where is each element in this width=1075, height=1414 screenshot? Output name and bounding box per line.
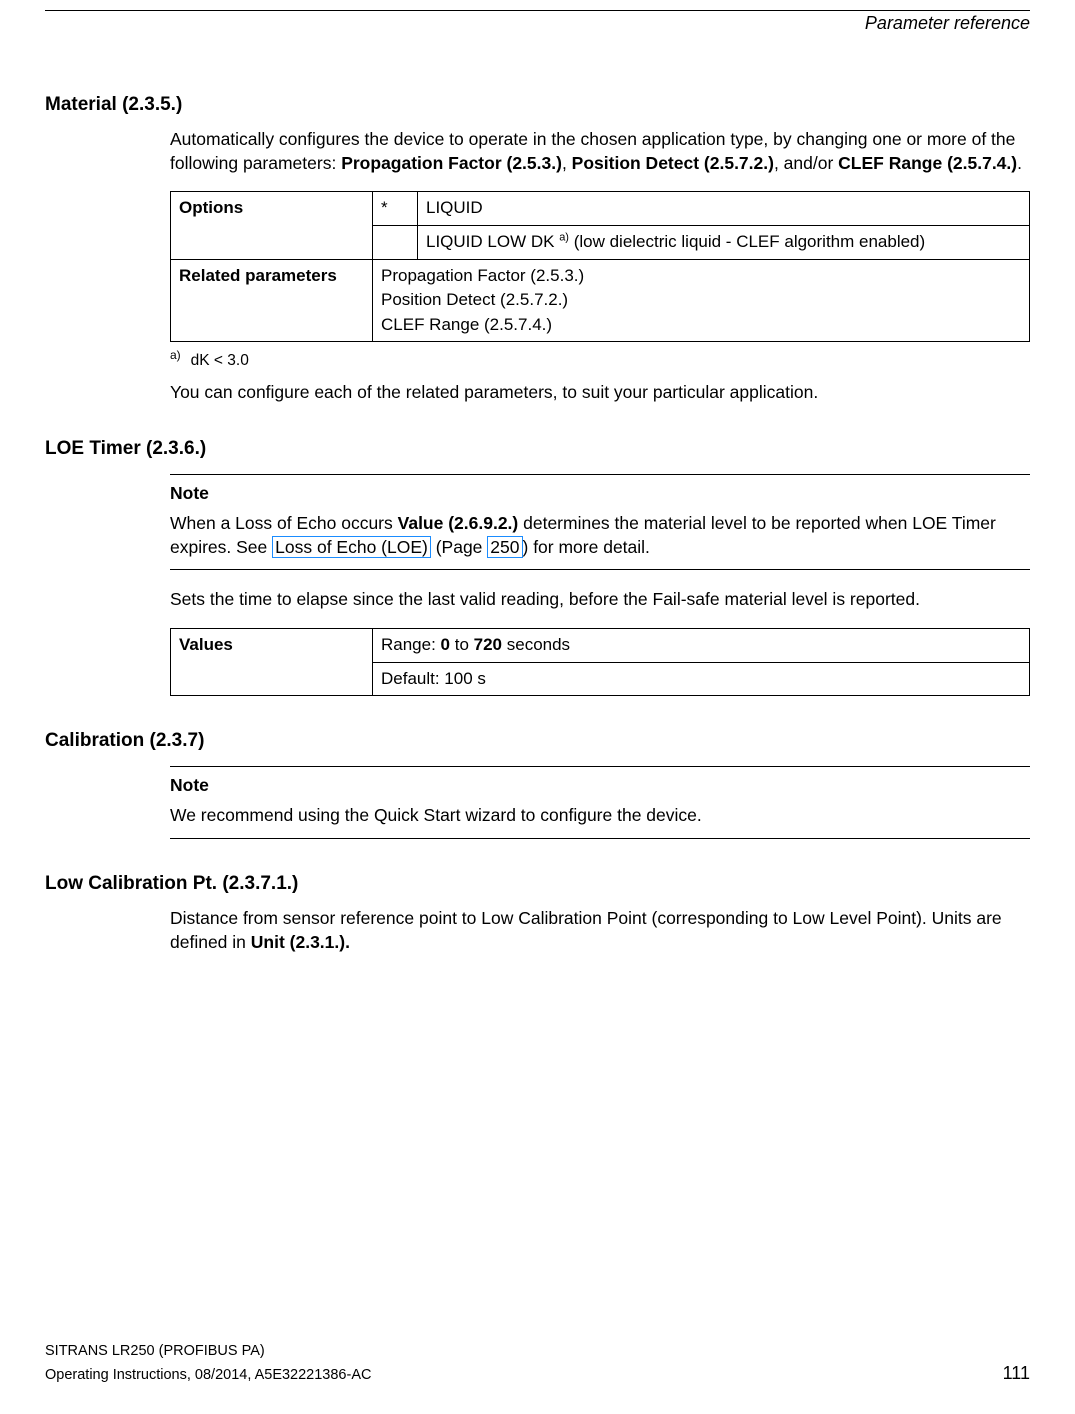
ref-position-detect: Position Detect (2.5.7.2.) (572, 153, 774, 173)
cell-related-label: Related parameters (171, 259, 373, 342)
note-title: Note (170, 483, 1030, 504)
material-intro: Automatically configures the device to o… (170, 128, 1030, 175)
text: (low dielectric liquid - CLEF algorithm … (569, 232, 925, 251)
section-calibration: Calibration (2.3.7) Note We recommend us… (45, 730, 1030, 839)
text: to (450, 635, 474, 654)
table-row: Values Range: 0 to 720 seconds (171, 629, 1030, 663)
material-options-table: Options * LIQUID LIQUID LOW DK a) (low d… (170, 191, 1030, 342)
text: Range: (381, 635, 441, 654)
text: . (1017, 153, 1022, 173)
loe-values-table: Values Range: 0 to 720 seconds Default: … (170, 628, 1030, 696)
cell-blank (373, 225, 418, 259)
material-closing: You can configure each of the related pa… (170, 381, 1030, 405)
text: When a Loss of Echo occurs (170, 513, 398, 533)
text: seconds (502, 635, 570, 654)
cell-option-liquid-low-dk: LIQUID LOW DK a) (low dielectric liquid … (418, 225, 1030, 259)
table-row: Related parameters Propagation Factor (2… (171, 259, 1030, 342)
cell-default-marker: * (373, 192, 418, 226)
text: LIQUID LOW DK (426, 232, 559, 251)
ref-propagation-factor: Propagation Factor (2.5.3.) (341, 153, 562, 173)
note-body: When a Loss of Echo occurs Value (2.6.9.… (170, 512, 1030, 559)
note-block: Note When a Loss of Echo occurs Value (2… (170, 474, 1030, 570)
ref-clef-range: CLEF Range (2.5.7.4.) (838, 153, 1017, 173)
loe-description: Sets the time to elapse since the last v… (170, 588, 1030, 612)
text: ) for more detail. (523, 537, 650, 557)
range-high: 720 (474, 635, 502, 654)
footnote-ref: a) (559, 231, 569, 243)
section-loe-timer: LOE Timer (2.3.6.) Note When a Loss of E… (45, 438, 1030, 696)
note-block: Note We recommend using the Quick Start … (170, 766, 1030, 839)
low-cal-body: Distance from sensor reference point to … (170, 907, 1030, 954)
footnote-a: a) dK < 3.0 (170, 348, 1030, 370)
heading-low-cal-pt: Low Calibration Pt. (2.3.7.1.) (45, 873, 1030, 895)
heading-calibration: Calibration (2.3.7) (45, 730, 1030, 752)
footer-doc-info: Operating Instructions, 08/2014, A5E3222… (45, 1365, 371, 1385)
ref-unit: Unit (2.3.1.). (251, 932, 350, 952)
cell-range: Range: 0 to 720 seconds (373, 629, 1030, 663)
link-loss-of-echo[interactable]: Loss of Echo (LOE) (272, 536, 431, 558)
page-footer: SITRANS LR250 (PROFIBUS PA) Operating In… (45, 1341, 1030, 1386)
related-param: Position Detect (2.5.7.2.) (381, 288, 1021, 313)
text: , and/or (774, 153, 838, 173)
page-number: 111 (1003, 1361, 1030, 1386)
footnote-mark: a) (170, 348, 181, 362)
related-param: Propagation Factor (2.5.3.) (381, 264, 1021, 289)
cell-related-params: Propagation Factor (2.5.3.) Position Det… (373, 259, 1030, 342)
header-rule (45, 10, 1030, 11)
note-title: Note (170, 775, 1030, 796)
range-low: 0 (441, 635, 450, 654)
related-param: CLEF Range (2.5.7.4.) (381, 313, 1021, 338)
heading-material: Material (2.3.5.) (45, 94, 1030, 116)
note-body: We recommend using the Quick Start wizar… (170, 804, 1030, 828)
text: (Page (431, 537, 487, 557)
cell-values-label: Values (171, 629, 373, 696)
section-material: Material (2.3.5.) Automatically configur… (45, 94, 1030, 404)
cell-options-label: Options (171, 192, 373, 259)
table-row: Options * LIQUID (171, 192, 1030, 226)
text: , (562, 153, 572, 173)
footnote-text: dK < 3.0 (191, 353, 249, 370)
cell-option-liquid: LIQUID (418, 192, 1030, 226)
link-page-250[interactable]: 250 (487, 536, 522, 558)
running-header: Parameter reference (45, 13, 1030, 34)
section-low-cal-pt: Low Calibration Pt. (2.3.7.1.) Distance … (45, 873, 1030, 954)
cell-default: Default: 100 s (373, 662, 1030, 696)
heading-loe-timer: LOE Timer (2.3.6.) (45, 438, 1030, 460)
footer-product: SITRANS LR250 (PROFIBUS PA) (45, 1341, 1030, 1361)
ref-value: Value (2.6.9.2.) (398, 513, 519, 533)
